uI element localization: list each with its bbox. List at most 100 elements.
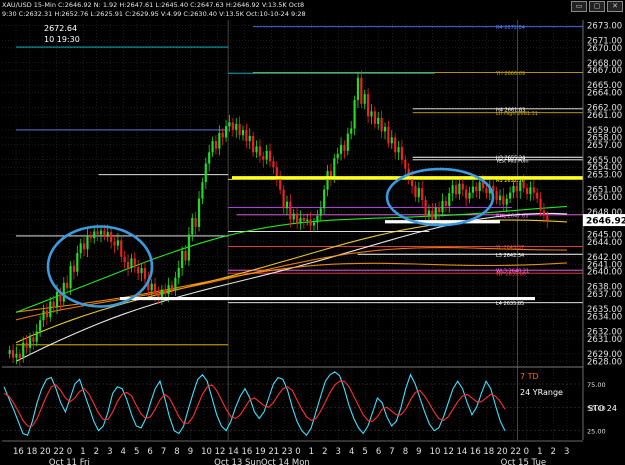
time-tick-label: 3 bbox=[107, 447, 112, 457]
candle-body bbox=[444, 200, 447, 207]
price-tick-label: 2638.00 bbox=[587, 283, 622, 293]
candle-body bbox=[25, 342, 28, 348]
last-price-label: 2646.92 bbox=[586, 217, 625, 227]
candle-body bbox=[99, 230, 103, 235]
time-tick-label: 1 bbox=[309, 447, 314, 457]
td-label: 7 TD bbox=[520, 372, 539, 381]
candle-body bbox=[515, 185, 518, 192]
yrange-label: 24 YRange bbox=[520, 388, 563, 397]
candle-body bbox=[350, 128, 353, 134]
candle-body bbox=[262, 156, 265, 160]
candle-body bbox=[390, 137, 393, 144]
candle-body bbox=[522, 182, 525, 189]
candle-body bbox=[184, 250, 187, 261]
candle-body bbox=[66, 282, 69, 289]
stochastic-label: STO 24 bbox=[588, 404, 617, 413]
candle-body bbox=[377, 117, 380, 124]
price-tick-label: 2655.00 bbox=[587, 156, 622, 166]
candle-body bbox=[62, 282, 65, 302]
candle-body bbox=[451, 185, 454, 194]
time-tick-label: 16 bbox=[470, 447, 481, 457]
time-tick-label: 10 bbox=[201, 447, 212, 457]
candle-body bbox=[238, 123, 241, 136]
pivot-level-label: R4 2672.84 bbox=[496, 25, 525, 31]
candle-body bbox=[529, 187, 532, 195]
candle-body bbox=[519, 182, 522, 192]
time-tick-label: 4 bbox=[121, 447, 126, 457]
restore-button[interactable]: ▭ bbox=[571, 1, 587, 12]
candle-body bbox=[404, 159, 407, 169]
candle-body bbox=[93, 231, 96, 239]
time-tick-label: 2 bbox=[94, 447, 99, 457]
candle-body bbox=[363, 94, 366, 104]
candle-body bbox=[509, 192, 512, 199]
candle-body bbox=[495, 191, 498, 201]
candle-body bbox=[35, 331, 38, 342]
candle-body bbox=[252, 135, 255, 153]
time-tick-label: 1 bbox=[80, 447, 85, 457]
pivot-level-label: YL 2643.37 bbox=[495, 245, 524, 251]
candle-body bbox=[52, 301, 55, 308]
candle-body bbox=[336, 153, 339, 159]
candle-body bbox=[187, 234, 190, 261]
candle-body bbox=[106, 232, 109, 236]
pivot-level-label: LH High 2661.31 bbox=[496, 111, 538, 117]
time-tick-label: 12 bbox=[215, 447, 226, 457]
candle-body bbox=[424, 200, 427, 216]
time-tick-label: 3 bbox=[564, 447, 569, 457]
candle-body bbox=[465, 189, 468, 199]
candle-body bbox=[143, 267, 147, 280]
time-tick-label: 7 bbox=[161, 447, 166, 457]
close-button[interactable]: ✕ bbox=[607, 1, 623, 12]
candle-body bbox=[103, 230, 106, 236]
candle-body bbox=[326, 170, 329, 190]
time-tick-label: 23 bbox=[282, 447, 293, 457]
candle-body bbox=[194, 217, 197, 227]
time-tick-label: 18 bbox=[483, 447, 494, 457]
time-tick-label: 6 bbox=[147, 447, 152, 457]
candle-body bbox=[536, 192, 539, 199]
candle-body bbox=[542, 210, 546, 216]
time-tick-label: 21 bbox=[268, 447, 279, 457]
candle-body bbox=[221, 132, 224, 138]
price-tick-label: 2651.00 bbox=[587, 186, 622, 196]
candle-body bbox=[137, 267, 140, 274]
candle-body bbox=[431, 210, 434, 220]
candle-body bbox=[367, 94, 370, 117]
candle-body bbox=[177, 267, 180, 278]
candle-body bbox=[346, 133, 349, 151]
candle-body bbox=[296, 213, 299, 224]
candle-body bbox=[356, 77, 360, 101]
candle-body bbox=[272, 161, 275, 168]
time-tick-label: 20 bbox=[40, 447, 51, 457]
candle-body bbox=[191, 217, 194, 235]
candle-body bbox=[241, 129, 245, 136]
time-tick-label: 0 bbox=[524, 447, 529, 457]
candle-body bbox=[208, 152, 211, 164]
candle-body bbox=[400, 147, 403, 160]
candle-body bbox=[370, 111, 373, 117]
time-tick-label: 8 bbox=[174, 447, 179, 457]
time-tick-label: 5 bbox=[134, 447, 139, 457]
candle-body bbox=[397, 147, 400, 153]
maximize-button[interactable]: ▢ bbox=[589, 1, 605, 12]
chart-title: XAU/USD 15-Min C:2646.92 N: 1.92 H:2647.… bbox=[2, 1, 304, 9]
candle-body bbox=[427, 210, 431, 216]
candle-body bbox=[32, 337, 35, 342]
candle-body bbox=[485, 188, 488, 194]
symbol-title: XAU/USD 15-Min bbox=[2, 1, 56, 9]
oscillator-tick-label: 25.00 bbox=[587, 428, 606, 436]
time-tick-label: 12 bbox=[443, 447, 454, 457]
candle-body bbox=[316, 215, 319, 223]
time-tick-label: 20 bbox=[497, 447, 508, 457]
candle-body bbox=[387, 126, 390, 144]
candle-body bbox=[89, 235, 92, 239]
candle-body bbox=[42, 310, 45, 321]
time-tick-label: 4 bbox=[349, 447, 354, 457]
candle-body bbox=[120, 240, 123, 257]
candle-body bbox=[289, 201, 292, 220]
candle-body bbox=[258, 146, 261, 157]
candle-body bbox=[113, 241, 116, 246]
time-tick-label: 16 bbox=[241, 447, 252, 457]
time-tick-label: 10 bbox=[430, 447, 441, 457]
